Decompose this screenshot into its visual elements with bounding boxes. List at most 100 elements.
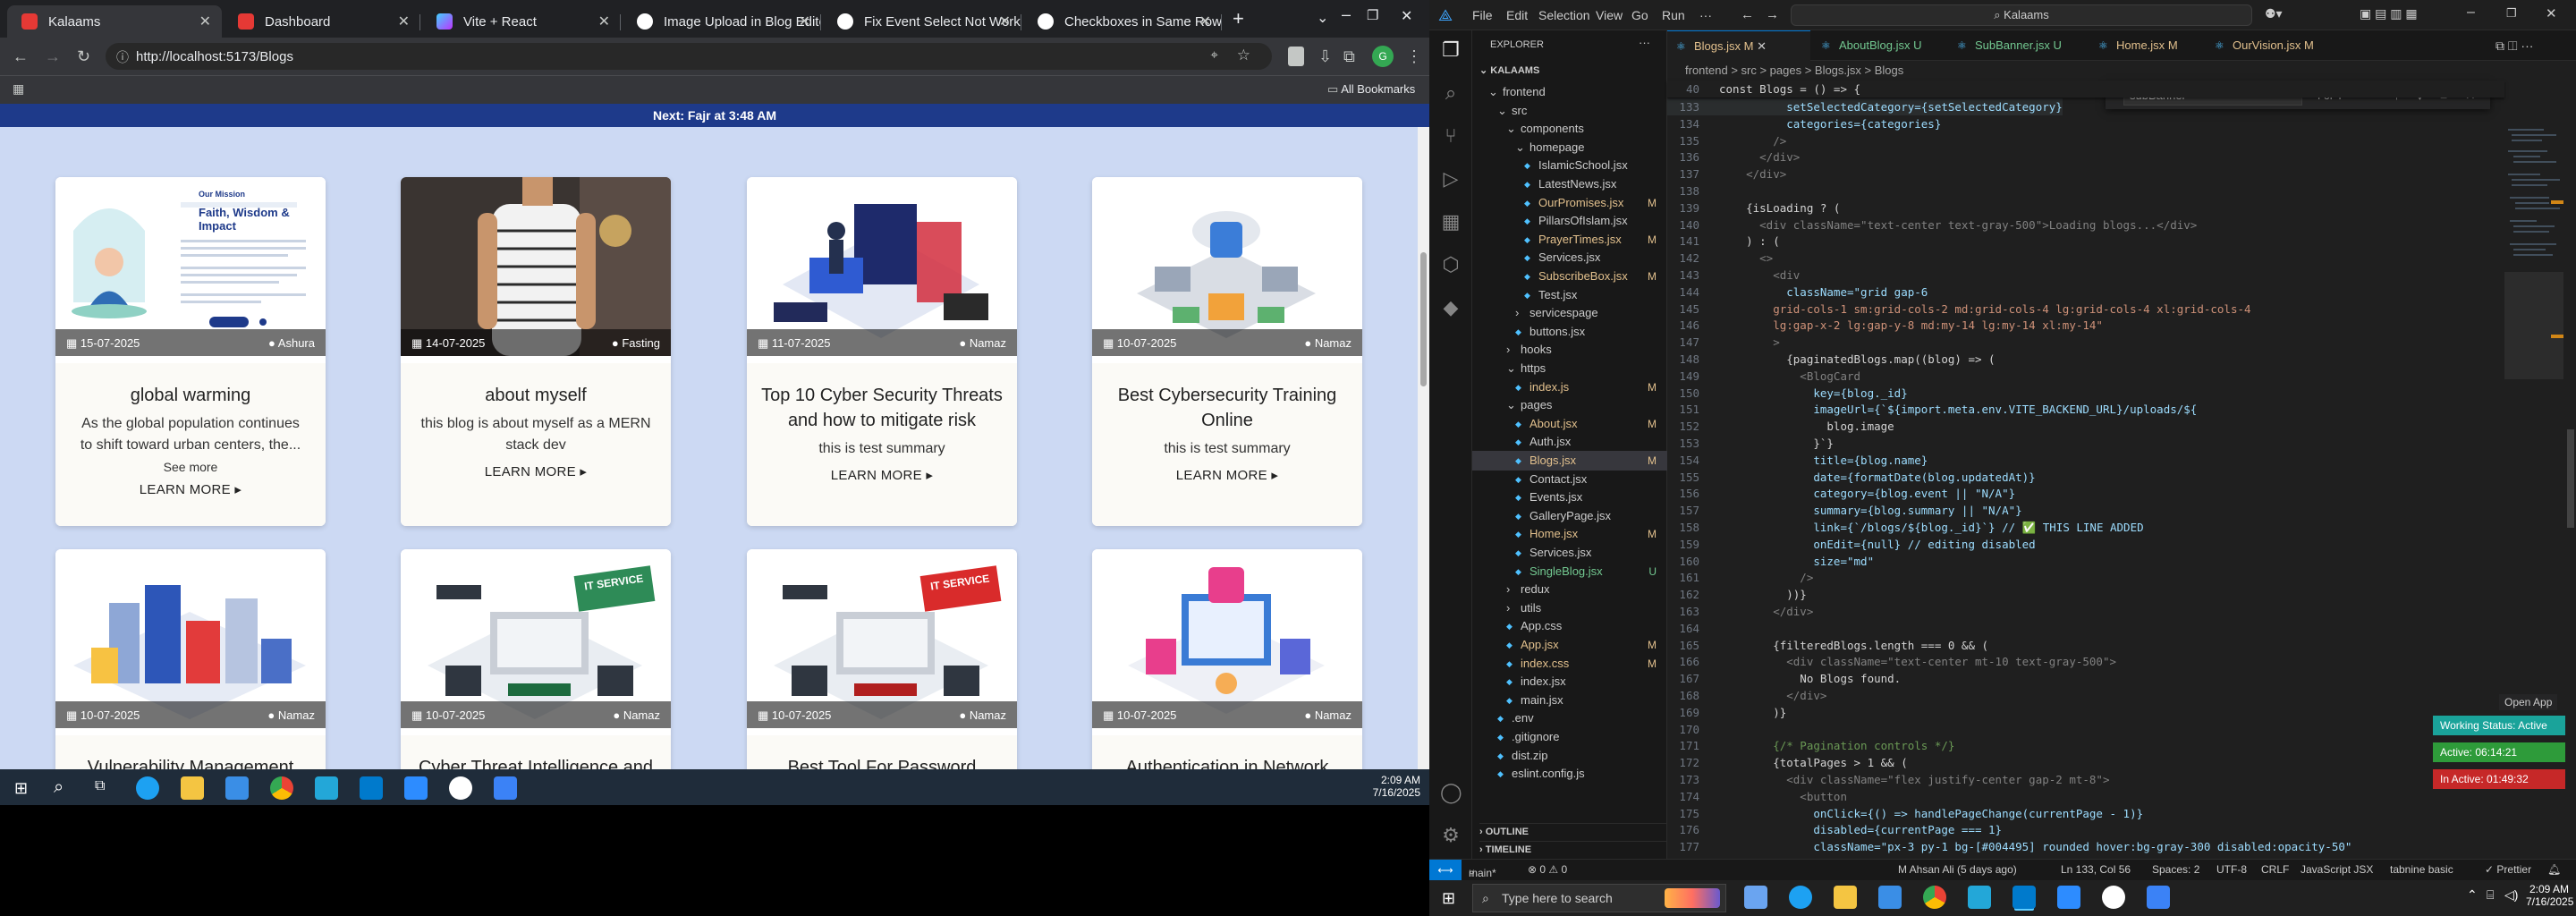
tree-folder[interactable]: ⌄ components	[1472, 119, 1667, 139]
apps-grid-icon[interactable]: ▦	[13, 81, 24, 97]
tree-file[interactable]: ◆ GalleryPage.jsx	[1472, 506, 1667, 526]
tree-file[interactable]: ◆ App.css	[1472, 616, 1667, 636]
tree-folder[interactable]: › utils	[1472, 598, 1667, 618]
menu-edit[interactable]: Edit	[1506, 8, 1528, 22]
code-line[interactable]: 140 <div className="text-center text-gra…	[1667, 216, 2197, 233]
windows-start-icon[interactable]: ⊞	[1442, 889, 1455, 908]
code-line[interactable]: 133 setSelectedCategory={setSelectedCate…	[1667, 98, 2063, 115]
code-line[interactable]: 147 >	[1667, 334, 1779, 351]
tree-file[interactable]: ◆ dist.zip	[1472, 746, 1667, 766]
extensions-puzzle-icon[interactable]: ⧉	[1343, 48, 1355, 64]
tree-folder[interactable]: ⌄ homepage	[1472, 138, 1667, 157]
bookmark-star-icon[interactable]: ☆	[1237, 47, 1250, 64]
paint-icon[interactable]	[494, 776, 517, 800]
tree-file[interactable]: ◆ Test.jsx	[1472, 285, 1667, 305]
code-line[interactable]: 177 className="px-3 py-1 bg-[#004495] ro…	[1667, 838, 2351, 855]
editor-tab-subbanner[interactable]: ⚛ SubBanner.jsx U	[1948, 30, 2088, 61]
reload-icon[interactable]: ↻	[77, 48, 90, 64]
code-line[interactable]: 155 date={formatDate(blog.updatedAt)}	[1667, 469, 2035, 486]
tree-file[interactable]: ◆ Home.jsx M	[1472, 524, 1667, 544]
close-tab-icon[interactable]: ✕	[799, 13, 810, 30]
tree-folder[interactable]: › hooks	[1472, 340, 1667, 360]
file-explorer-icon[interactable]	[181, 776, 204, 800]
blog-card[interactable]: ▦ 10-07-2025 ● Namaz Authentication in N…	[1092, 549, 1362, 769]
code-line[interactable]: 135 />	[1667, 132, 1786, 149]
blog-card[interactable]: ▦ 10-07-2025 ● Namaz Vulnerability Manag…	[55, 549, 326, 769]
browser-tab-event-select[interactable]: Fix Event Select Not Working ✕	[823, 5, 1021, 38]
cursor-position[interactable]: Ln 133, Col 56	[2061, 863, 2131, 876]
close-tab-icon[interactable]: ✕	[398, 13, 410, 30]
menu-run[interactable]: Run	[1662, 8, 1685, 22]
paint-icon[interactable]	[2147, 886, 2170, 909]
editor-tab-aboutblog[interactable]: ⚛ AboutBlog.jsx U	[1812, 30, 1946, 61]
tree-file[interactable]: ◆ SingleBlog.jsx U	[1472, 562, 1667, 581]
profile-avatar[interactable]: G	[1372, 46, 1394, 67]
vscode-taskbar-icon[interactable]	[2012, 886, 2036, 909]
maximize-window-button[interactable]: ❐	[1367, 7, 1378, 23]
blog-card[interactable]: IT SERVICE ▦ 10-07-2025 ● Namaz Cyber Th…	[401, 549, 671, 769]
layout-toggle-icon[interactable]: ▣ ▤ ▥ ▦	[2360, 6, 2418, 21]
tree-file[interactable]: ◆ index.js M	[1472, 377, 1667, 397]
code-line[interactable]: 157 summary={blog.summary || "N/A"}	[1667, 502, 2021, 519]
code-line[interactable]: 169 )}	[1667, 704, 1786, 721]
tree-file[interactable]: ◆ PillarsOfIslam.jsx	[1472, 211, 1667, 231]
tree-file[interactable]: ◆ .gitignore	[1472, 727, 1667, 747]
task-view-icon[interactable]	[1744, 886, 1767, 909]
chrome-menu-icon[interactable]: ⋮	[1406, 48, 1422, 64]
store-icon[interactable]	[225, 776, 249, 800]
taskbar-search-box[interactable]: ⌕ Type here to search	[1472, 884, 1726, 912]
tree-file[interactable]: ◆ App.jsx M	[1472, 635, 1667, 655]
obs-icon[interactable]	[449, 776, 472, 800]
tree-file[interactable]: ◆ Auth.jsx	[1472, 432, 1667, 452]
tree-folder[interactable]: ⌄ frontend	[1472, 82, 1667, 102]
page-scrollbar-thumb[interactable]	[1420, 252, 1427, 386]
code-line[interactable]: 148 {paginatedBlogs.map((blog) => (	[1667, 351, 1995, 368]
menu-selection[interactable]: Selection	[1538, 8, 1590, 22]
download-icon[interactable]: ⇩	[1318, 48, 1332, 64]
obs-icon[interactable]	[2102, 886, 2125, 909]
mongodb-icon[interactable]: ◆	[1440, 297, 1462, 318]
code-line[interactable]: 165 {filteredBlogs.length === 0 && (	[1667, 637, 1988, 654]
browser-tab-dashboard[interactable]: Dashboard ✕	[224, 5, 420, 38]
volume-icon[interactable]: ◁)	[2504, 887, 2518, 903]
tree-folder[interactable]: › servicespage	[1472, 303, 1667, 323]
code-line[interactable]: 164	[1667, 620, 1719, 637]
blog-card[interactable]: ▦ 10-07-2025 ● Namaz Best Cybersecurity …	[1092, 177, 1362, 526]
minimize-window-button[interactable]: –	[2467, 4, 2475, 21]
code-line[interactable]: 174 <button	[1667, 788, 1847, 805]
network-icon[interactable]: ⌸	[2487, 887, 2494, 903]
remote-explorer-icon[interactable]: ⬡	[1440, 254, 1462, 276]
sticky-scroll-line[interactable]: 40 const Blogs = () => {	[1667, 81, 2504, 98]
command-center-search[interactable]: ⌕ Kalaams	[1791, 4, 2252, 26]
page-scrollbar[interactable]	[1418, 127, 1429, 769]
editor-tab-ourvision[interactable]: ⚛ OurVision.jsx M	[2206, 30, 2336, 61]
tree-file[interactable]: ◆ index.css M	[1472, 654, 1667, 674]
code-line[interactable]: 160 size="md"	[1667, 553, 1874, 570]
timeline-section[interactable]: › TIMELINE	[1479, 841, 1667, 855]
browser-tab-image-upload[interactable]: Image Upload in Blog Editor ✕	[623, 5, 821, 38]
vpn-icon[interactable]	[1968, 886, 1991, 909]
remote-indicator-icon[interactable]: ⟷	[1429, 860, 1462, 881]
maximize-window-button[interactable]: ❐	[2506, 6, 2517, 21]
tree-folder[interactable]: ⌄ pages	[1472, 395, 1667, 415]
tree-file[interactable]: ◆ main.jsx	[1472, 691, 1667, 710]
notifications-bell-icon[interactable]: 🔔︎	[2547, 863, 2561, 876]
code-line[interactable]: 173 <div className="flex justify-center …	[1667, 771, 2109, 788]
vscode-taskbar-icon[interactable]	[360, 776, 383, 800]
taskbar-clock[interactable]: 2:09 AM 7/16/2025	[1335, 774, 1420, 799]
nav-forward-icon[interactable]: →	[1766, 7, 1779, 22]
code-line[interactable]: 152 blog.image	[1667, 418, 1894, 435]
edge-icon[interactable]	[1789, 886, 1812, 909]
code-line[interactable]: 144 className="grid gap-6	[1667, 284, 1928, 301]
close-window-button[interactable]: ✕	[1401, 7, 1412, 25]
learn-more-link[interactable]: LEARN MORE ▸	[747, 467, 1017, 483]
close-window-button[interactable]: ✕	[2546, 5, 2557, 21]
close-tab-icon[interactable]: ✕	[1199, 13, 1211, 30]
code-line[interactable]: 150 key={blog._id}	[1667, 385, 1907, 402]
code-line[interactable]: 151 imageUrl={`${import.meta.env.VITE_BA…	[1667, 401, 2197, 418]
open-app-hint[interactable]: Open App	[2499, 694, 2558, 710]
tree-file[interactable]: ◆ SubscribeBox.jsx M	[1472, 267, 1667, 286]
browser-tab-vite[interactable]: Vite + React ✕	[422, 5, 621, 38]
extension-icon[interactable]	[1288, 47, 1304, 66]
chrome-icon[interactable]	[1923, 886, 1946, 909]
